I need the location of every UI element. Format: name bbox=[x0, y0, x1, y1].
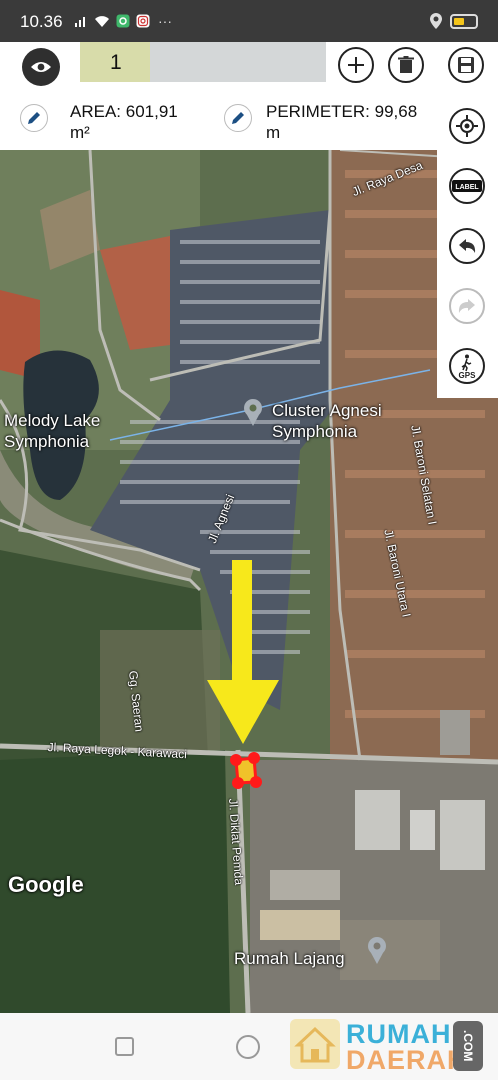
perimeter-value: PERIMETER: 99,68 m bbox=[266, 102, 418, 142]
trash-icon bbox=[398, 56, 414, 73]
watermark-line2: DAERAH bbox=[346, 1045, 468, 1075]
watermark-logo: RUMAH DAERAH .COM bbox=[290, 1017, 490, 1075]
status-time: 10.36 bbox=[20, 12, 63, 31]
undo-icon bbox=[459, 239, 476, 253]
svg-text:GPS: GPS bbox=[459, 371, 477, 379]
place-label-melody-lake: Melody Lake Symphonia bbox=[4, 411, 101, 451]
redo-icon bbox=[458, 299, 475, 313]
wifi-icon bbox=[95, 16, 109, 27]
system-navigation-bar: RUMAH DAERAH .COM bbox=[0, 1013, 498, 1080]
shape-name-value: 1 bbox=[110, 51, 122, 74]
satellite-map[interactable]: Melody Lake Symphonia Cluster Agnesi Sym… bbox=[0, 150, 498, 1013]
measurement-toolbar: 1 AREA: 601,91 m² PERIMETER: 99,68 m bbox=[0, 42, 498, 150]
pencil-icon bbox=[28, 112, 40, 124]
google-attribution: Google bbox=[8, 872, 84, 897]
instagram-icon bbox=[136, 14, 150, 28]
locate-button[interactable] bbox=[449, 108, 485, 144]
recent-apps-button[interactable] bbox=[115, 1037, 134, 1056]
svg-text:LABEL: LABEL bbox=[455, 184, 479, 191]
eye-icon bbox=[31, 62, 51, 72]
yellow-arrow-annotation bbox=[207, 560, 279, 744]
floppy-disk-icon bbox=[458, 57, 474, 73]
home-button[interactable] bbox=[236, 1035, 260, 1059]
edit-area-button[interactable] bbox=[20, 104, 48, 132]
plus-icon bbox=[348, 57, 364, 73]
house-icon bbox=[290, 1019, 340, 1069]
status-bar: 10.36 ··· bbox=[0, 0, 498, 42]
crosshair-icon bbox=[456, 115, 478, 137]
redo-button[interactable] bbox=[449, 288, 485, 324]
delete-button[interactable] bbox=[388, 47, 424, 83]
gps-button[interactable]: GPS bbox=[449, 348, 485, 384]
map-tools-panel: LABEL GPS bbox=[437, 108, 498, 398]
shape-name-field[interactable]: 1 bbox=[80, 42, 326, 82]
overflow-icon: ··· bbox=[158, 13, 172, 29]
label-button[interactable]: LABEL bbox=[449, 168, 485, 204]
undo-button[interactable] bbox=[449, 228, 485, 264]
label-tag-icon: LABEL bbox=[452, 180, 482, 192]
add-button[interactable] bbox=[338, 47, 374, 83]
area-value: AREA: 601,91 m² bbox=[70, 102, 178, 142]
place-label-cluster-agnesi: Cluster Agnesi Symphonia bbox=[272, 401, 382, 441]
location-icon bbox=[430, 13, 442, 29]
status-icons: ··· bbox=[74, 14, 172, 28]
save-button[interactable] bbox=[448, 47, 484, 83]
place-label-rumah-lajang: Rumah Lajang bbox=[234, 949, 345, 968]
battery-icon bbox=[450, 13, 478, 29]
visibility-toggle-button[interactable] bbox=[22, 48, 60, 86]
watermark-com: .COM bbox=[453, 1021, 483, 1071]
edit-perimeter-button[interactable] bbox=[224, 104, 252, 132]
app-notification-icon bbox=[116, 14, 130, 28]
pencil-icon bbox=[232, 112, 244, 124]
signal-icon bbox=[75, 17, 85, 27]
gps-walker-icon: GPS bbox=[459, 354, 477, 379]
measured-polygon-marker[interactable] bbox=[228, 752, 264, 790]
